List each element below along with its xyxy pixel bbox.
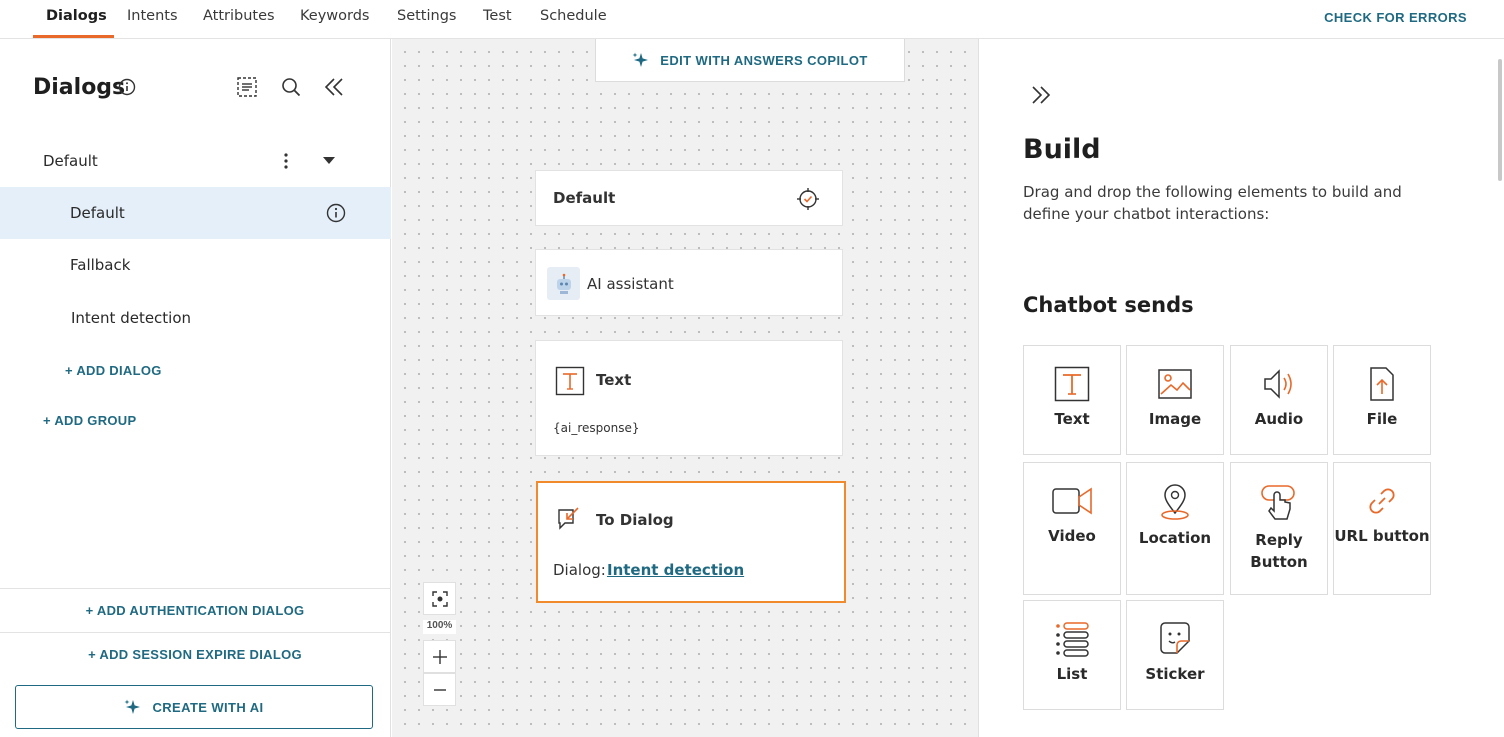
chatbot-sends-title: Chatbot sends bbox=[1023, 293, 1194, 317]
element-label: Sticker bbox=[1145, 665, 1205, 683]
sidebar-dialog-default[interactable]: Default bbox=[0, 187, 391, 239]
audio-icon bbox=[1264, 369, 1292, 399]
element-label: Video bbox=[1048, 527, 1096, 545]
edit-with-copilot-button[interactable]: EDIT WITH ANSWERS COPILOT bbox=[595, 39, 905, 82]
check-for-errors-button[interactable]: CHECK FOR ERRORS bbox=[1324, 10, 1467, 25]
element-label: Reply Button bbox=[1250, 531, 1308, 571]
tab-dialogs[interactable]: Dialogs bbox=[46, 8, 107, 24]
flow-canvas[interactable]: EDIT WITH ANSWERS COPILOT Default AI ass… bbox=[392, 39, 978, 737]
reply-button-icon bbox=[1261, 485, 1295, 520]
to-dialog-icon bbox=[555, 505, 585, 533]
plus-icon bbox=[432, 649, 447, 664]
sparkle-icon bbox=[124, 699, 141, 714]
location-icon bbox=[1161, 484, 1189, 520]
dialog-label: Intent detection bbox=[71, 309, 192, 327]
copilot-label: EDIT WITH ANSWERS COPILOT bbox=[660, 52, 868, 68]
dialogs-sidebar: Dialogs Default Default Fallback Intent … bbox=[0, 39, 391, 737]
zoom-out-button[interactable] bbox=[423, 673, 456, 706]
expand-panel-icon[interactable] bbox=[1029, 83, 1053, 107]
fit-screen-icon bbox=[431, 590, 448, 607]
node-title: Default bbox=[553, 189, 616, 207]
tab-attributes[interactable]: Attributes bbox=[203, 8, 275, 24]
robot-icon bbox=[547, 267, 580, 300]
dialog-label: Fallback bbox=[70, 256, 131, 274]
text-icon bbox=[554, 365, 586, 397]
info-icon[interactable] bbox=[325, 202, 347, 224]
add-session-expire-dialog-link[interactable]: + ADD SESSION EXPIRE DIALOG bbox=[88, 647, 302, 662]
node-title: AI assistant bbox=[587, 275, 674, 293]
element-text[interactable]: Text bbox=[1023, 345, 1121, 455]
more-options-icon[interactable] bbox=[278, 149, 294, 173]
tab-intents[interactable]: Intents bbox=[127, 8, 178, 24]
element-file[interactable]: File bbox=[1333, 345, 1431, 455]
dialog-group-default[interactable]: Default bbox=[0, 135, 391, 187]
fit-to-screen-button[interactable] bbox=[423, 582, 456, 615]
sticker-icon bbox=[1160, 622, 1190, 654]
list-icon bbox=[1056, 622, 1089, 657]
dialog-label: Default bbox=[70, 204, 125, 222]
outline-view-icon[interactable] bbox=[235, 75, 259, 99]
info-icon[interactable] bbox=[117, 77, 137, 97]
node-dialog-prefix: Dialog: bbox=[553, 561, 606, 579]
element-audio[interactable]: Audio bbox=[1230, 345, 1328, 455]
add-dialog-link[interactable]: + ADD DIALOG bbox=[65, 363, 162, 378]
node-text-body: {ai_response} bbox=[553, 421, 640, 435]
create-with-ai-label: CREATE WITH AI bbox=[152, 699, 264, 715]
tab-test[interactable]: Test bbox=[483, 8, 512, 24]
build-panel: Build Drag and drop the following elemen… bbox=[978, 39, 1504, 737]
element-label: File bbox=[1366, 410, 1398, 428]
element-location[interactable]: Location bbox=[1126, 462, 1224, 595]
element-label: Location bbox=[1138, 529, 1212, 547]
node-ai-assistant[interactable]: AI assistant bbox=[535, 249, 843, 316]
minus-icon bbox=[433, 688, 446, 691]
create-with-ai-button[interactable]: CREATE WITH AI bbox=[15, 685, 373, 729]
node-title: To Dialog bbox=[596, 511, 674, 529]
element-label: Text bbox=[1054, 410, 1090, 428]
sidebar-title: Dialogs bbox=[33, 75, 126, 100]
zoom-in-button[interactable] bbox=[423, 640, 456, 673]
intent-detection-link[interactable]: Intent detection bbox=[607, 561, 744, 579]
node-title: Text bbox=[596, 371, 632, 389]
tab-schedule[interactable]: Schedule bbox=[540, 8, 607, 24]
sidebar-dialog-fallback[interactable]: Fallback bbox=[0, 239, 391, 291]
element-label: Image bbox=[1148, 410, 1202, 428]
add-authentication-dialog-row[interactable]: + ADD AUTHENTICATION DIALOG bbox=[0, 588, 390, 632]
element-image[interactable]: Image bbox=[1126, 345, 1224, 455]
tab-settings[interactable]: Settings bbox=[397, 8, 456, 24]
build-title: Build bbox=[1023, 134, 1101, 165]
collapse-sidebar-icon[interactable] bbox=[322, 75, 346, 99]
element-sticker[interactable]: Sticker bbox=[1126, 600, 1224, 710]
zoom-level: 100% bbox=[423, 620, 456, 634]
build-description: Drag and drop the following elements to … bbox=[1023, 183, 1402, 223]
element-reply-button[interactable]: Reply Button bbox=[1230, 462, 1328, 595]
search-icon[interactable] bbox=[279, 75, 303, 99]
sidebar-dialog-intent-detection[interactable]: Intent detection bbox=[0, 292, 391, 344]
element-label: URL button bbox=[1334, 527, 1430, 545]
image-icon bbox=[1158, 369, 1192, 399]
url-button-icon bbox=[1369, 488, 1395, 514]
element-label: Audio bbox=[1254, 410, 1304, 428]
element-url-button[interactable]: URL button bbox=[1333, 462, 1431, 595]
element-label: List bbox=[1056, 665, 1088, 683]
active-tab-indicator bbox=[33, 35, 114, 38]
text-icon bbox=[1054, 366, 1090, 402]
element-video[interactable]: Video bbox=[1023, 462, 1121, 595]
sparkle-icon bbox=[632, 52, 649, 67]
group-label: Default bbox=[43, 152, 98, 170]
add-session-expire-dialog-row[interactable]: + ADD SESSION EXPIRE DIALOG bbox=[0, 632, 390, 676]
node-text[interactable]: Text {ai_response} bbox=[535, 340, 843, 456]
file-icon bbox=[1370, 367, 1394, 401]
node-to-dialog[interactable]: To Dialog Dialog: Intent detection bbox=[536, 481, 846, 603]
video-icon bbox=[1052, 487, 1092, 515]
scrollbar[interactable] bbox=[1498, 59, 1502, 181]
top-navigation: Dialogs Intents Attributes Keywords Sett… bbox=[0, 0, 1504, 39]
tab-keywords[interactable]: Keywords bbox=[300, 8, 369, 24]
add-authentication-dialog-link[interactable]: + ADD AUTHENTICATION DIALOG bbox=[86, 603, 305, 618]
target-icon bbox=[796, 187, 820, 211]
node-default[interactable]: Default bbox=[535, 170, 843, 226]
chevron-down-icon[interactable] bbox=[320, 153, 338, 167]
add-group-link[interactable]: + ADD GROUP bbox=[43, 413, 136, 428]
element-list[interactable]: List bbox=[1023, 600, 1121, 710]
